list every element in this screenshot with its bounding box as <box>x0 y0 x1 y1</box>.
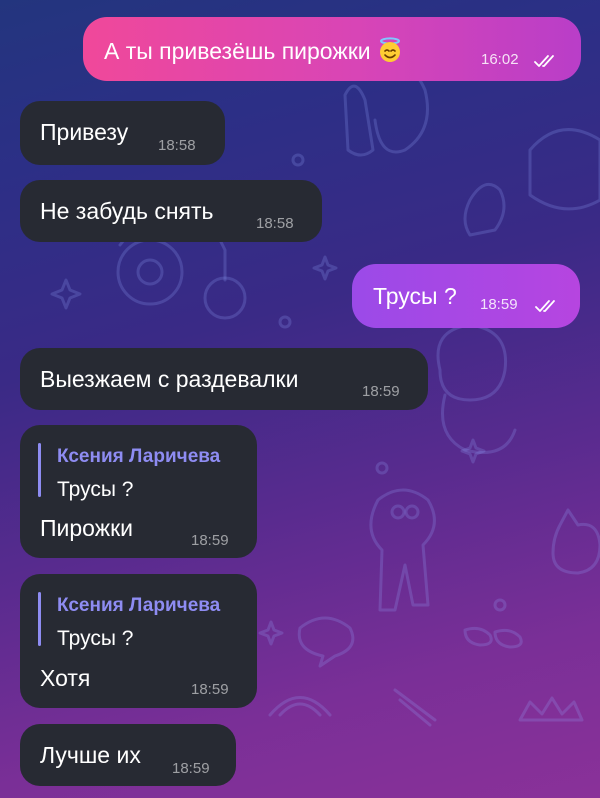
reply-accent-bar <box>38 443 41 497</box>
message-text: Не забудь снять <box>40 198 214 224</box>
message-time: 18:58 <box>158 137 196 154</box>
message-bubble[interactable]: А ты привезёшь пирожки 16:02 <box>83 17 581 81</box>
smiling-face-with-halo-icon <box>379 37 400 62</box>
message-time: 18:59 <box>480 296 518 313</box>
message-time: 18:59 <box>191 532 229 549</box>
message-text: Выезжаем с раздевалки <box>40 366 299 392</box>
message-text: А ты привезёшь пирожки <box>104 37 403 63</box>
message-time: 18:59 <box>191 681 229 698</box>
message-time: 16:02 <box>481 51 519 68</box>
message-time: 18:59 <box>172 760 210 777</box>
message-bubble[interactable]: Выезжаем с раздевалки 18:59 <box>20 348 428 410</box>
message-text: Лучше их <box>40 742 141 768</box>
message-bubble[interactable]: Не забудь снять 18:58 <box>20 180 322 242</box>
reply-quoted-text: Трусы ? <box>57 627 134 650</box>
message-bubble[interactable]: Лучше их 18:59 <box>20 724 236 786</box>
double-check-read-icon <box>535 300 555 312</box>
reply-author: Ксения Ларичева <box>57 595 221 616</box>
message-time: 18:58 <box>256 215 294 232</box>
message-text: Хотя <box>40 665 91 691</box>
reply-quoted-text: Трусы ? <box>57 478 134 501</box>
double-check-read-icon <box>534 55 554 67</box>
reply-author: Ксения Ларичева <box>57 446 221 467</box>
message-text: Пирожки <box>40 515 133 541</box>
message-text: Трусы ? <box>373 283 457 309</box>
message-bubble-with-reply[interactable]: Ксения Ларичева Трусы ? Пирожки 18:59 <box>20 425 257 558</box>
message-time: 18:59 <box>362 383 400 400</box>
message-text: Привезу <box>40 119 129 145</box>
reply-accent-bar <box>38 592 41 646</box>
message-bubble[interactable]: Привезу 18:58 <box>20 101 225 165</box>
message-bubble-with-reply[interactable]: Ксения Ларичева Трусы ? Хотя 18:59 <box>20 574 257 708</box>
message-bubble[interactable]: Трусы ? 18:59 <box>352 264 580 328</box>
